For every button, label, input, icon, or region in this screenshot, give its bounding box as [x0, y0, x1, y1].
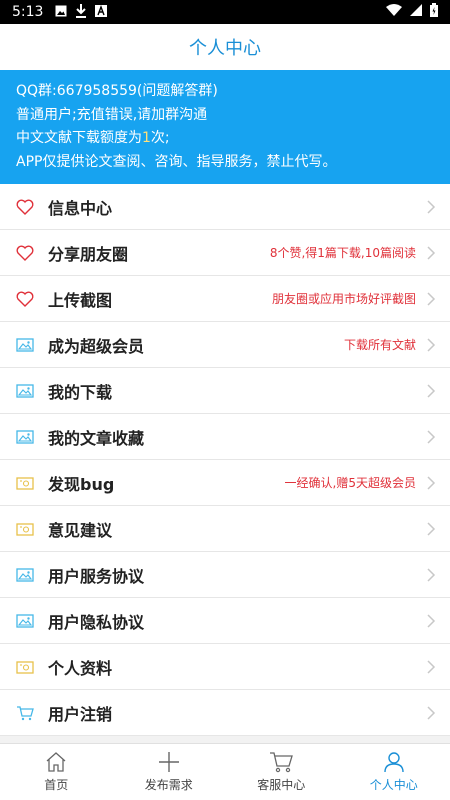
chevron-right-icon: [427, 199, 436, 214]
ticket-icon: [16, 520, 34, 538]
ticket-icon: [16, 474, 34, 492]
menu-item-deactivate-account[interactable]: 用户注销: [0, 690, 450, 736]
plus-icon: [158, 752, 179, 772]
menu-item-label: 用户隐私协议: [48, 612, 145, 632]
heart-icon: [16, 244, 34, 262]
menu-item-my-favorites[interactable]: 我的文章收藏: [0, 414, 450, 460]
person-icon: [384, 752, 404, 773]
cart-icon: [270, 752, 294, 773]
chevron-right-icon: [427, 705, 436, 720]
chevron-right-icon: [427, 659, 436, 674]
wifi-icon: [386, 4, 402, 20]
tab-customer-service[interactable]: 客服中心: [225, 744, 338, 800]
page-title: 个人中心: [189, 38, 261, 59]
menu-item-hint: 下载所有文献: [343, 338, 416, 352]
tab-label: 首页: [44, 778, 69, 792]
tab-label: 发布需求: [144, 778, 193, 792]
tab-home[interactable]: 首页: [0, 744, 113, 800]
download-notification-icon: [75, 3, 87, 21]
chevron-right-icon: [427, 337, 436, 352]
battery-icon: [430, 3, 438, 21]
chevron-right-icon: [427, 521, 436, 536]
notice-quota-prefix: 中文文献下载额度为: [16, 130, 142, 146]
chevron-right-icon: [427, 475, 436, 490]
menu-item-label: 用户服务协议: [48, 566, 145, 586]
chevron-right-icon: [427, 291, 436, 306]
image-icon: [16, 336, 34, 354]
image-notification-icon: [55, 5, 67, 20]
notice-quota-suffix: 次;: [150, 130, 170, 146]
cart-icon: [16, 704, 34, 722]
menu-item-privacy-agreement[interactable]: 用户隐私协议: [0, 598, 450, 644]
tab-personal-center[interactable]: 个人中心: [338, 744, 450, 800]
menu-item-label: 个人资料: [48, 658, 113, 678]
menu-item-label: 用户注销: [48, 704, 113, 724]
image-icon: [16, 428, 34, 446]
image-icon: [16, 382, 34, 400]
menu-item-report-bug[interactable]: 发现bug 一经确认,赠5天超级会员: [0, 460, 450, 506]
menu-item-label: 成为超级会员: [48, 336, 145, 356]
notice-panel: QQ群:667958559(问题解答群) 普通用户;充值错误,请加群沟通 中文文…: [0, 70, 450, 184]
tab-publish-request[interactable]: 发布需求: [113, 744, 226, 800]
menu-item-service-agreement[interactable]: 用户服务协议: [0, 552, 450, 598]
heart-icon: [16, 198, 34, 216]
menu-item-label: 发现bug: [48, 474, 115, 494]
image-icon: [16, 612, 34, 630]
menu-item-label: 分享朋友圈: [48, 244, 129, 264]
image-icon: [16, 566, 34, 584]
heart-icon: [16, 290, 34, 308]
menu-item-message-center[interactable]: 信息中心: [0, 184, 450, 230]
home-icon: [46, 752, 66, 772]
menu-item-feedback[interactable]: 意见建议: [0, 506, 450, 552]
menu-item-my-downloads[interactable]: 我的下载: [0, 368, 450, 414]
notice-recharge: 普通用户;充值错误,请加群沟通: [16, 106, 208, 123]
menu-item-hint: 8个赞,得1篇下载,10篇阅读: [269, 246, 416, 260]
ticket-icon: [16, 658, 34, 676]
menu-list: 信息中心 分享朋友圈 8个赞,得1篇下载,10篇阅读 上传截图 朋友圈或应用市场…: [0, 184, 450, 736]
chevron-right-icon: [427, 429, 436, 444]
menu-item-label: 信息中心: [48, 198, 113, 218]
chevron-right-icon: [427, 383, 436, 398]
menu-item-label: 我的下载: [48, 382, 113, 402]
signal-icon: [410, 4, 422, 20]
menu-item-profile[interactable]: 个人资料: [0, 644, 450, 690]
menu-item-label: 上传截图: [48, 290, 113, 310]
bottom-tab-bar: 首页 发布需求 客服中心 个人中心: [0, 743, 450, 800]
app-notification-icon: [95, 4, 108, 20]
status-bar: 5:13: [0, 0, 450, 24]
menu-item-super-member[interactable]: 成为超级会员 下载所有文献: [0, 322, 450, 368]
tab-label: 客服中心: [257, 778, 306, 792]
menu-item-label: 我的文章收藏: [48, 428, 145, 448]
menu-item-label: 意见建议: [48, 520, 113, 540]
header: 个人中心: [0, 24, 450, 70]
notice-quota: 中文文献下载额度为1次;: [16, 127, 434, 151]
tab-label: 个人中心: [369, 778, 418, 792]
chevron-right-icon: [427, 567, 436, 582]
menu-item-hint: 朋友圈或应用市场好评截图: [271, 292, 416, 306]
menu-item-upload-screenshot[interactable]: 上传截图 朋友圈或应用市场好评截图: [0, 276, 450, 322]
notice-qq-group: QQ群:667958559(问题解答群): [16, 83, 218, 99]
chevron-right-icon: [427, 613, 436, 628]
menu-item-hint: 一经确认,赠5天超级会员: [284, 476, 416, 490]
chevron-right-icon: [427, 245, 436, 260]
menu-item-share-moments[interactable]: 分享朋友圈 8个赞,得1篇下载,10篇阅读: [0, 230, 450, 276]
status-time: 5:13: [12, 4, 44, 20]
notice-quota-count: 1: [142, 130, 151, 146]
notice-service: APP仅提供论文查阅、咨询、指导服务，禁止代写。: [16, 153, 337, 170]
